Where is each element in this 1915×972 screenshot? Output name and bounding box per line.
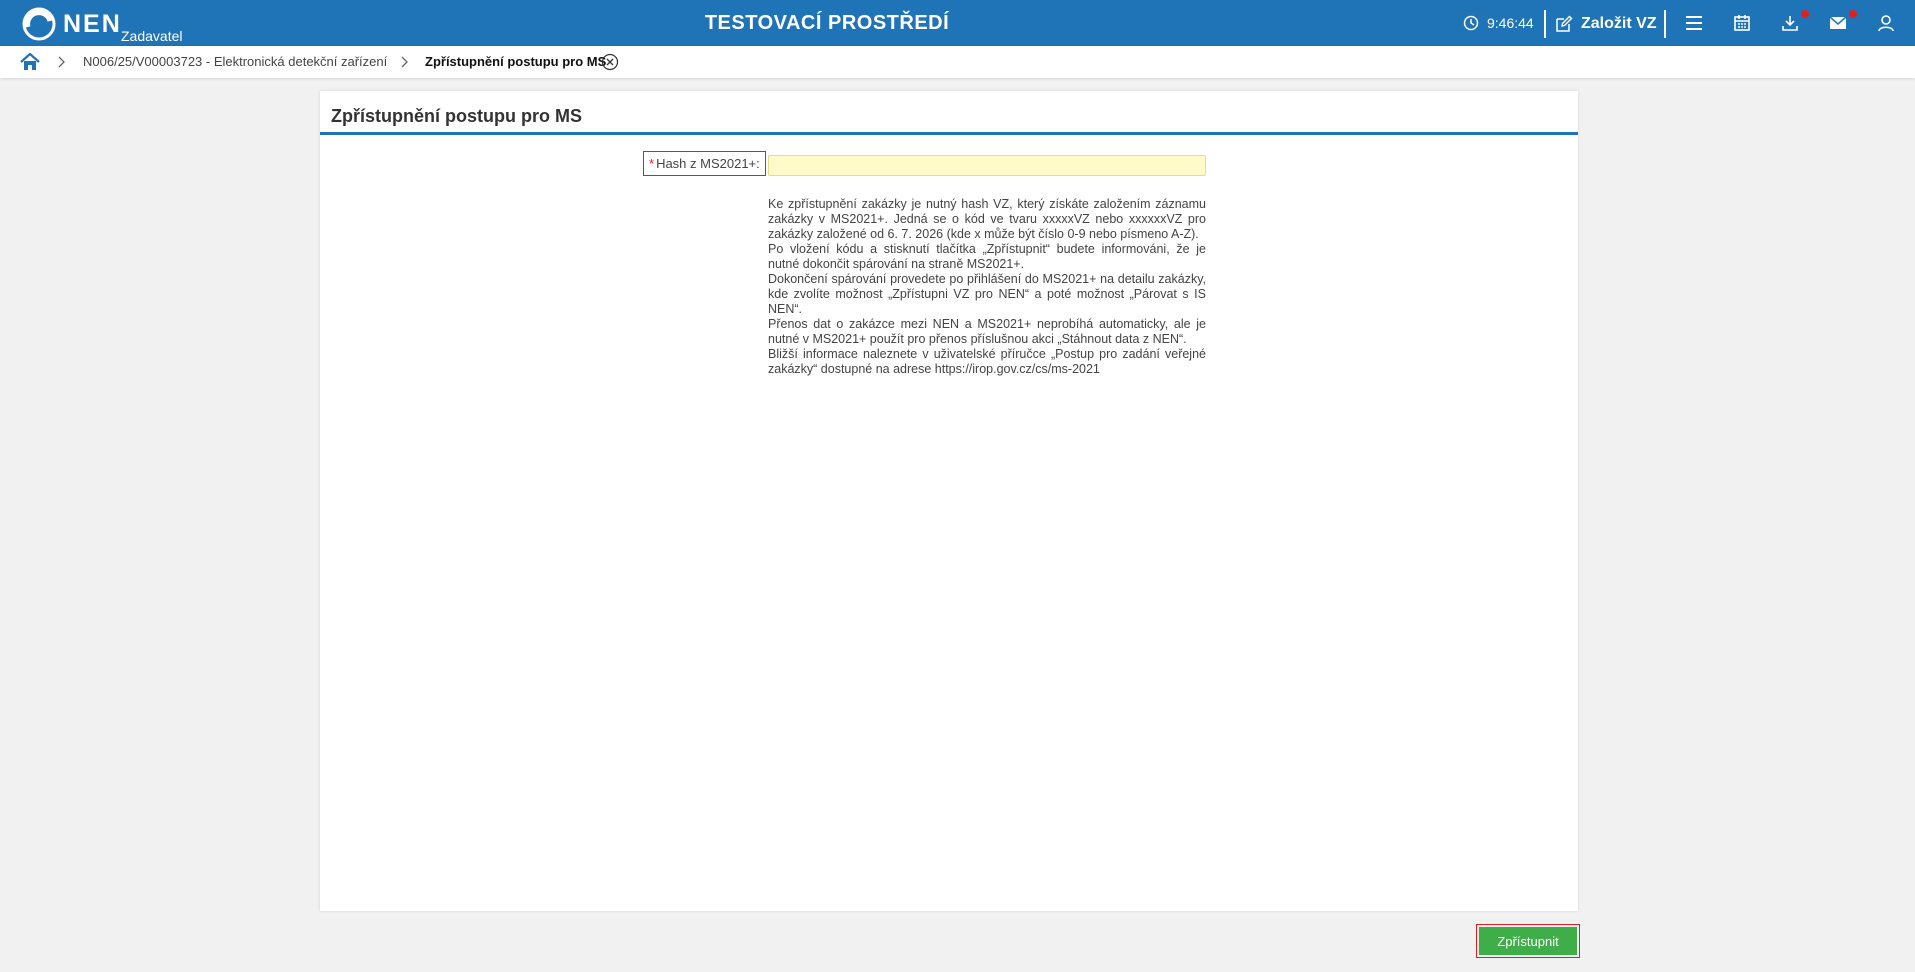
session-timer: 9:46:44: [1463, 12, 1534, 34]
menu-icon: [1686, 16, 1702, 30]
mail-button[interactable]: [1827, 12, 1849, 34]
panel-title: Zpřístupnění postupu pro MS: [331, 106, 582, 126]
info-paragraph: Dokončení spárování provedete po přihláš…: [768, 272, 1206, 316]
info-paragraph: Po vložení kódu a stisknutí tlačítka „Zp…: [768, 242, 1206, 271]
user-button[interactable]: [1875, 12, 1897, 34]
chevron-right-icon: [401, 56, 408, 68]
hash-label-text: Hash z MS2021+:: [656, 156, 760, 171]
close-tab-icon[interactable]: [601, 53, 619, 71]
submit-button[interactable]: Zpřístupnit: [1479, 927, 1577, 955]
form-panel: Zpřístupnění postupu pro MS * Hash z MS20…: [320, 91, 1578, 911]
required-marker: *: [649, 156, 655, 171]
calendar-icon: [1734, 15, 1750, 31]
info-paragraph: Ke zpřístupnění zakázky je nutný hash VZ…: [768, 197, 1206, 241]
create-vz-button[interactable]: Založit VZ: [1555, 10, 1657, 38]
download-icon: [1782, 16, 1798, 31]
download-button[interactable]: [1779, 12, 1801, 34]
environment-title: TESTOVACÍ PROSTŘEDÍ: [704, 12, 950, 34]
create-vz-label: Založit VZ: [1581, 15, 1657, 32]
mail-icon: [1829, 16, 1847, 29]
hash-field-label: * Hash z MS2021+:: [643, 151, 766, 176]
chevron-right-icon: [58, 56, 65, 68]
calendar-button[interactable]: [1731, 12, 1753, 34]
title-divider: [320, 132, 1578, 135]
breadcrumb: N006/25/V00003723 - Elektronická detekčn…: [0, 46, 1915, 78]
info-paragraph: Bližší informace naleznete v uživatelské…: [768, 347, 1206, 376]
edit-icon: [1556, 15, 1573, 32]
mail-notification-dot: [1849, 10, 1857, 18]
user-icon: [1878, 15, 1894, 32]
info-text: Ke zpřístupnění zakázky je nutný hash VZ…: [768, 197, 1206, 377]
session-time: 9:46:44: [1487, 15, 1534, 31]
info-paragraph: Přenos dat o zakázce mezi NEN a MS2021+ …: [768, 317, 1206, 346]
top-bar: NEN Zadavatel TESTOVACÍ PROSTŘEDÍ 9:46:4…: [0, 0, 1915, 46]
menu-button[interactable]: [1683, 12, 1705, 34]
home-icon[interactable]: [20, 53, 40, 71]
download-notification-dot: [1801, 10, 1809, 18]
clock-icon: [1463, 15, 1479, 31]
toolbar-divider: [1664, 10, 1666, 38]
breadcrumb-current: Zpřístupnění postupu pro MS: [425, 54, 607, 69]
breadcrumb-link-procurement[interactable]: N006/25/V00003723 - Elektronická detekčn…: [83, 54, 387, 69]
hash-input[interactable]: [768, 155, 1206, 176]
toolbar-divider: [1544, 10, 1546, 38]
submit-button-frame: Zpřístupnit: [1476, 924, 1580, 958]
